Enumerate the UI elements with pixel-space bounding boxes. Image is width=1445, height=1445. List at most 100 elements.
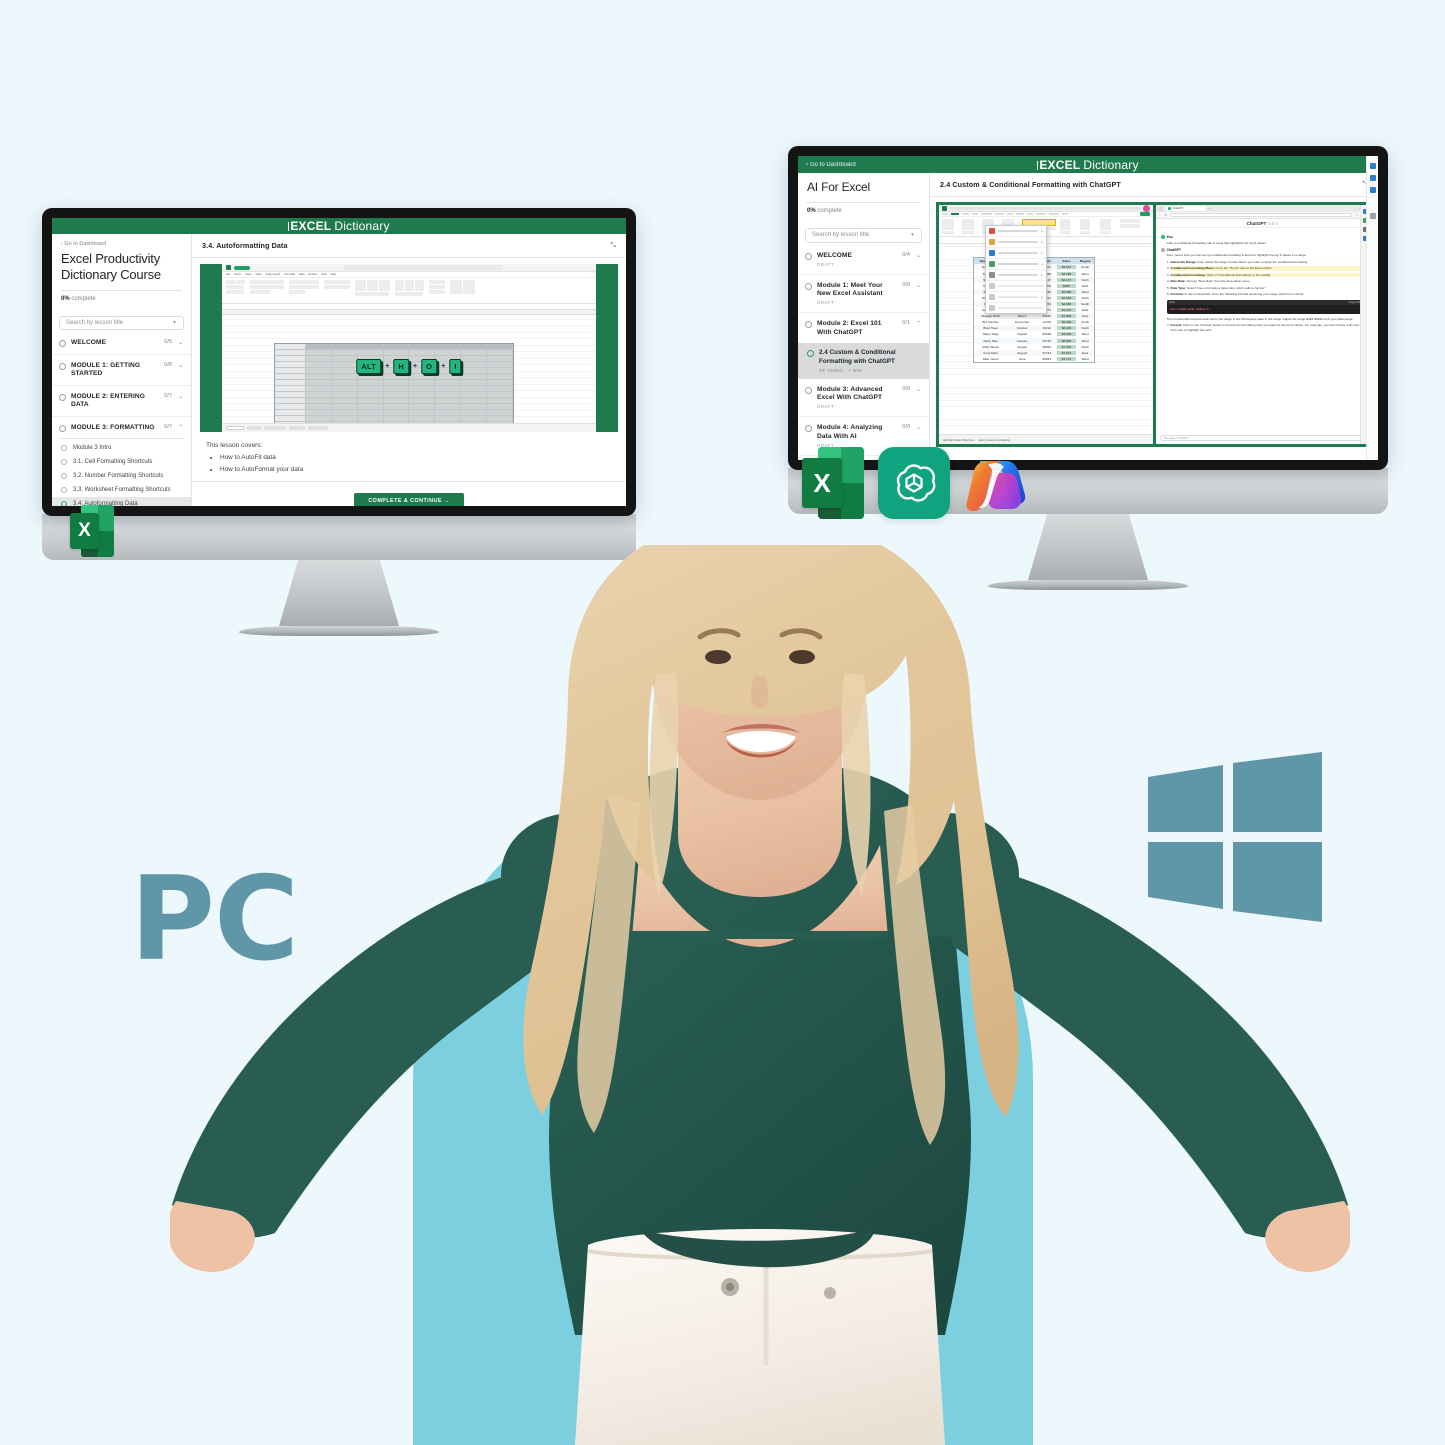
search-placeholder: Search by lesson title: [66, 319, 124, 326]
autosave-toggle[interactable]: [234, 265, 250, 270]
chevron-down-icon[interactable]: ⌄: [915, 252, 922, 259]
back-to-dashboard-link[interactable]: ‹ Go to Dashboard: [806, 162, 856, 168]
lesson-search-input[interactable]: Search by lesson title ▼: [805, 227, 922, 243]
chatgpt-window: ChatGPT + −□× ← ↻ ☆: [1155, 205, 1370, 444]
search-input[interactable]: [342, 265, 503, 270]
sidebar-section-module-1[interactable]: Module 1: Meet Your New Excel Assistant D…: [798, 275, 929, 314]
lesson-search-input[interactable]: Search by lesson title ▼: [59, 315, 184, 331]
sheet-tab[interactable]: [247, 426, 261, 430]
ribbon-group-addins[interactable]: [1100, 219, 1116, 234]
ribbon-group-cells[interactable]: [1060, 219, 1076, 234]
current-lesson-item[interactable]: 2.4 Custom & Conditional Formatting with…: [798, 343, 929, 379]
browser-tab[interactable]: ChatGPT: [1165, 206, 1206, 211]
menu-data[interactable]: Data: [299, 273, 304, 276]
lesson-header-left: 3.4. Autoformatting Data ⤡: [192, 234, 626, 258]
sidebar-section-module-2[interactable]: MODULE 2: ENTERING DATA 0/7 ⌄: [52, 386, 191, 417]
sidebar-section-module-2[interactable]: Module 2: Excel 101 With ChatGPT 0/1 ⌃: [798, 313, 929, 343]
step-title: Formula:: [1170, 292, 1184, 297]
menu-help[interactable]: Help: [331, 273, 336, 276]
sidebar-section-module-3[interactable]: MODULE 3: FORMATTING 0/7 ⌃: [52, 417, 191, 439]
favicon: [1167, 207, 1171, 210]
chatgpt-icon[interactable]: [878, 447, 950, 519]
sidebar-section-module-1[interactable]: MODULE 1: GETTING STARTED 0/8 ⌄: [52, 355, 191, 386]
sidebar-section-module-3[interactable]: Module 3: Advanced Excel With ChatGPT DRA…: [798, 379, 929, 418]
plus-separator: +: [413, 363, 418, 370]
menu-home[interactable]: Home: [234, 273, 241, 276]
sidebar-section-welcome[interactable]: WELCOME DRAFT 0/4 ⌄: [798, 245, 929, 275]
circle-icon: [59, 362, 66, 370]
video-player-left[interactable]: File Home Insert Draw Page Layout Formul…: [200, 264, 618, 432]
ribbon-group-font[interactable]: [962, 219, 978, 234]
sheet-tab[interactable]: [264, 426, 286, 430]
menu-item-icon-sets[interactable]: ▸: [986, 270, 1046, 281]
list-item[interactable]: Module 3 Intro: [52, 441, 191, 455]
chat-input[interactable]: Message ChatGPT: [1159, 435, 1365, 441]
new-tab-button[interactable]: +: [1209, 206, 1211, 211]
ribbon-group-clipboard[interactable]: [942, 219, 958, 234]
menu-item-color-scales[interactable]: ▸: [986, 259, 1046, 270]
ribbon-group-analyze[interactable]: [1120, 219, 1140, 234]
copilot-icon[interactable]: [1369, 163, 1376, 169]
menu-view[interactable]: View: [321, 273, 327, 276]
video-stage: ▸ ▸ ▸ ▸ ▸ ▸ Sales Region $4,912 South $3…: [936, 202, 1372, 447]
lesson-label: Module 3 Intro: [73, 445, 112, 452]
star-icon[interactable]: ☆: [1355, 213, 1358, 217]
chevron-down-icon[interactable]: ⌄: [177, 393, 184, 400]
menu-draw[interactable]: Draw: [256, 273, 262, 276]
menu-item-data-bars[interactable]: ▸: [986, 248, 1046, 259]
share-button[interactable]: [1139, 212, 1150, 216]
conditional-formatting-menu[interactable]: ▸ ▸ ▸ ▸ ▸ ▸: [985, 225, 1047, 314]
chevron-up-icon[interactable]: ⌃: [177, 424, 184, 431]
menu-insert[interactable]: Insert: [245, 273, 252, 276]
copilot-icon[interactable]: [964, 453, 1034, 519]
list-item[interactable]: 3.1. Cell Formatting Shortcuts: [52, 455, 191, 469]
menu-item-new-rule[interactable]: [986, 281, 1046, 292]
expand-icon[interactable]: ⤡: [610, 242, 616, 250]
sheet-tab[interactable]: [289, 426, 305, 430]
circle-icon: [61, 501, 67, 506]
sidebar-section-welcome[interactable]: WELCOME 0/5 ⌄: [52, 332, 191, 355]
screen-left: EXCEL Dictionary ‹ Go to Dashboard Excel…: [52, 218, 626, 506]
menu-review[interactable]: Review: [309, 273, 318, 276]
menu-item-manage-rules[interactable]: [986, 303, 1046, 313]
chevron-down-icon[interactable]: ⌄: [177, 362, 184, 369]
chevron-down-icon[interactable]: ⌄: [915, 386, 922, 393]
sheet-tab[interactable]: Apply Custom Formatting: [978, 438, 1010, 442]
monitor-bezel-right: ‹ Go to Dashboard EXCEL Dictionary AI Fo…: [788, 146, 1388, 470]
sheet-tab[interactable]: [226, 426, 244, 430]
tab-list-icon[interactable]: [1158, 206, 1163, 211]
list-item[interactable]: 3.3. Worksheet Formatting Shortcuts: [52, 483, 191, 497]
avatar[interactable]: [1142, 205, 1150, 212]
menu-file[interactable]: File: [226, 273, 230, 276]
menu-formulas[interactable]: Formulas: [284, 273, 295, 276]
settings-icon[interactable]: [1369, 175, 1376, 181]
back-to-dashboard-link[interactable]: ‹ Go to Dashboard: [61, 241, 182, 247]
complete-continue-button[interactable]: COMPLETE & CONTINUE →: [354, 493, 464, 506]
model-version[interactable]: 3.5 ∨: [1268, 221, 1278, 226]
ribbon-group-editing[interactable]: [1080, 219, 1096, 234]
excel-ribbon[interactable]: [222, 278, 596, 304]
menu-item-highlight-cells-rules[interactable]: ▸: [986, 226, 1046, 237]
menu-item-clear-rules[interactable]: ▸: [986, 292, 1046, 303]
selected-data-range[interactable]: [274, 343, 514, 432]
circle-icon: [805, 425, 812, 433]
url-input[interactable]: [1170, 212, 1353, 218]
reload-icon[interactable]: ↻: [1165, 213, 1168, 217]
ribbon-group: [450, 280, 475, 301]
menu-page-layout[interactable]: Page Layout: [266, 273, 281, 276]
sheet-tab[interactable]: Highlight Dates Past Due: [943, 438, 974, 442]
collections-icon[interactable]: [1369, 187, 1376, 193]
video-player-right[interactable]: ▸ ▸ ▸ ▸ ▸ ▸ Sales Region $4,912 South $3…: [936, 202, 1372, 447]
chevron-down-icon[interactable]: ⌄: [915, 424, 922, 431]
plus-icon[interactable]: [1369, 213, 1376, 219]
excel-icon[interactable]: X: [70, 505, 114, 557]
excel-icon[interactable]: X: [802, 447, 864, 519]
chevron-down-icon[interactable]: ⌄: [915, 282, 922, 289]
back-icon[interactable]: ←: [1159, 213, 1162, 217]
sheet-tab[interactable]: [308, 426, 328, 430]
chevron-up-icon[interactable]: ⌃: [915, 320, 922, 327]
chat-thread[interactable]: You write a conditional formatting rule …: [1156, 229, 1370, 434]
chevron-down-icon[interactable]: ⌄: [177, 339, 184, 346]
menu-item-top-bottom-rules[interactable]: ▸: [986, 237, 1046, 248]
list-item[interactable]: 3.2. Number Formatting Shortcuts: [52, 469, 191, 483]
